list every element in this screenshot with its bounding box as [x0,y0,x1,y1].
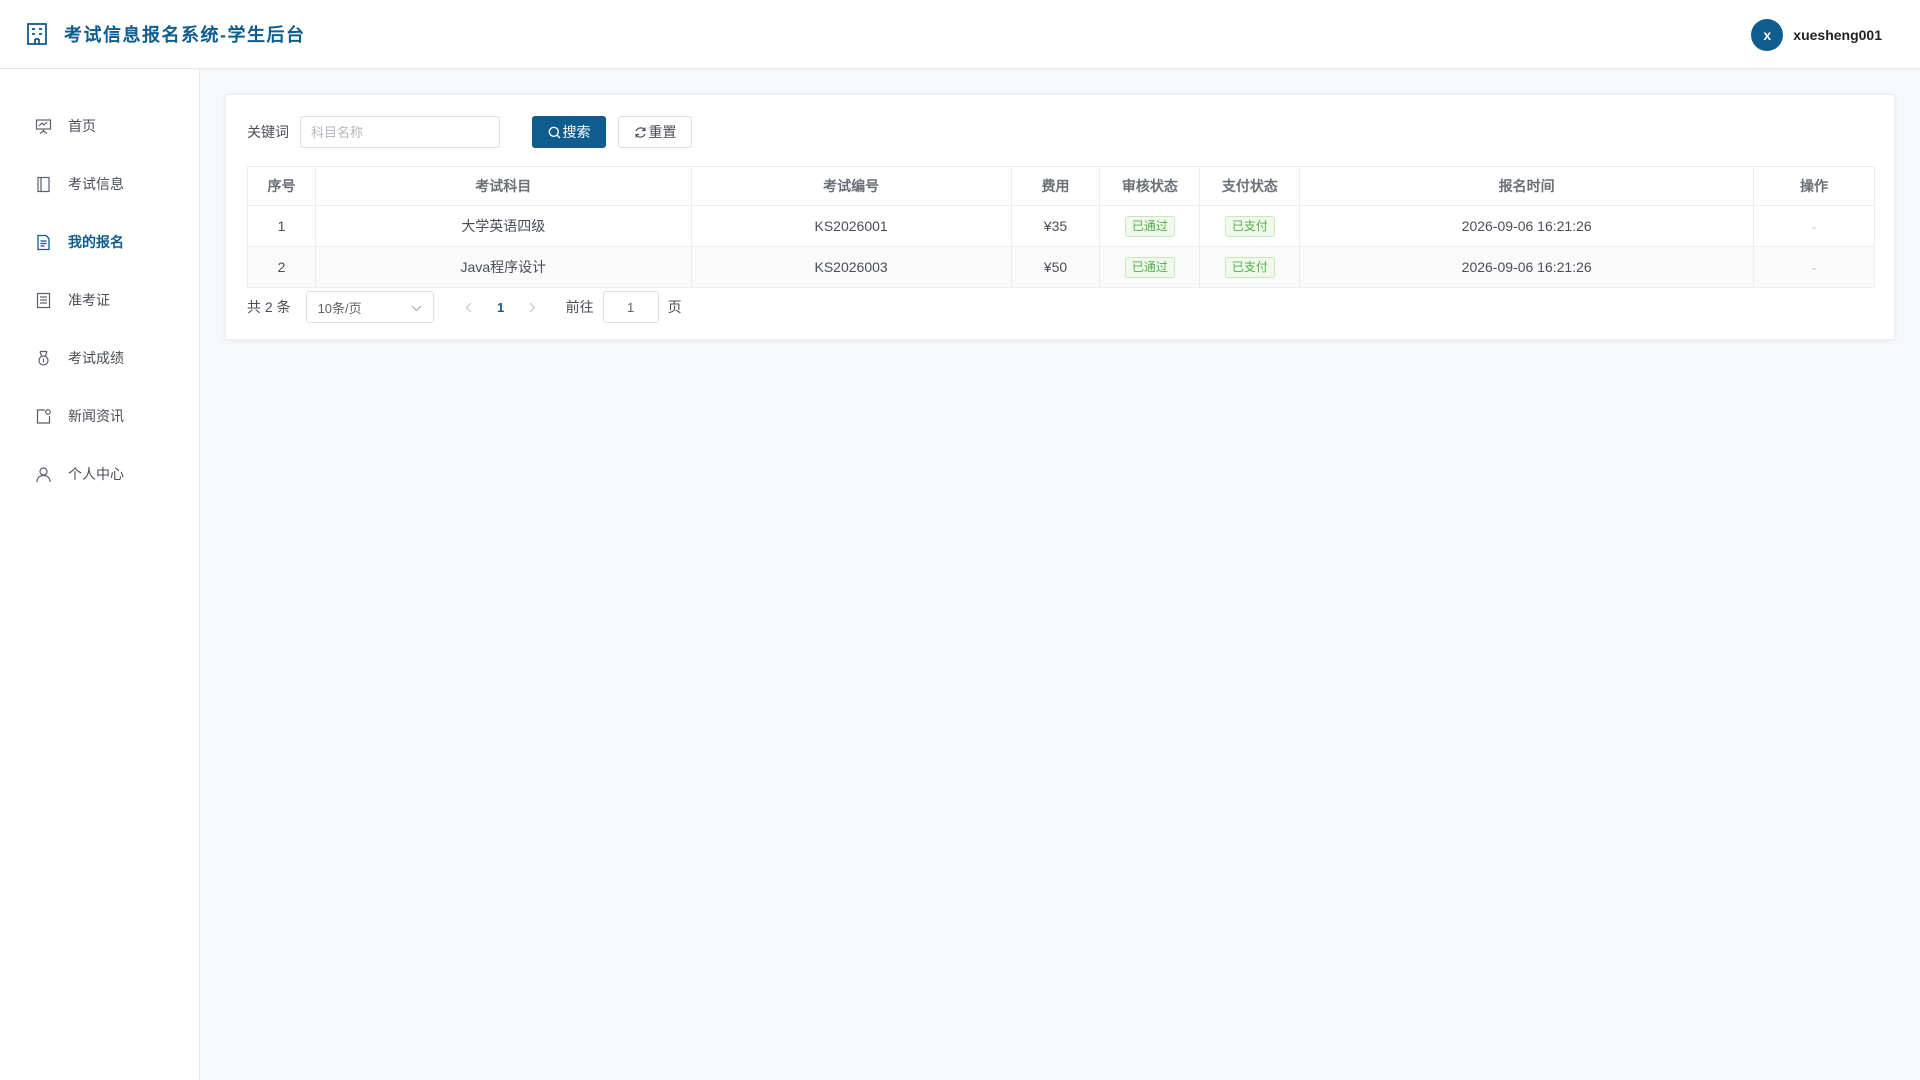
sidebar-item-label: 准考证 [68,292,110,308]
chevron-right-icon [529,302,536,312]
review-status-badge: 已通过 [1124,215,1175,237]
chevron-down-icon [411,300,422,315]
user-icon [35,465,53,483]
review-status-badge: 已通过 [1124,256,1175,278]
cell-code: KS2026001 [690,205,1012,247]
pagination: 共 2 条 10条/页 1 前往 页 [247,291,682,323]
sidebar-item-label: 个人中心 [68,466,124,482]
column-header-actions: 操作 [1753,166,1875,206]
reset-button[interactable]: 重置 [618,116,692,148]
news-icon [35,407,53,425]
page-size-select[interactable]: 10条/页 [305,291,434,323]
refresh-icon [634,126,647,139]
cell-subject: 大学英语四级 [314,205,692,247]
no-action: - [1812,220,1816,234]
sidebar-item-label: 首页 [68,118,96,134]
keyword-input[interactable] [300,116,500,148]
table-row[interactable]: 2 Java程序设计 KS2026003 ¥50 已通过 已支付 2026-09… [247,246,1875,288]
payment-status-badge: 已支付 [1224,215,1275,237]
username[interactable]: xuesheng001 [1793,27,1882,43]
sidebar-menu: 首页 考试信息 我的报名 准考证 考试成绩 新闻资讯 个人中心 [0,69,199,503]
sidebar-item-label: 考试信息 [68,176,124,192]
column-header-code: 考试编号 [690,166,1012,206]
registration-card: 关键词 搜索 重置 序号 [225,94,1895,340]
cell-actions: - [1753,205,1875,247]
goto-page-input[interactable] [602,291,659,323]
search-button-label: 搜索 [562,124,591,140]
cell-payment-status: 已支付 [1199,246,1301,288]
column-header-review-status: 审核状态 [1099,166,1201,206]
column-header-fee: 费用 [1010,166,1101,206]
search-icon [548,126,561,139]
presentation-icon [35,117,53,135]
user-menu[interactable]: x xuesheng001 [1751,0,1882,69]
sidebar-item-label: 考试成绩 [68,350,124,366]
cell-subject: Java程序设计 [314,246,692,288]
cell-review-status: 已通过 [1099,205,1201,247]
cell-index: 1 [247,205,316,247]
page-size-value: 10条/页 [317,300,362,316]
table-row[interactable]: 1 大学英语四级 KS2026001 ¥35 已通过 已支付 2026-09-0… [247,205,1875,247]
cell-review-status: 已通过 [1099,246,1201,288]
column-header-registration-time: 报名时间 [1299,166,1755,206]
avatar[interactable]: x [1751,18,1784,51]
total-count: 共 2 条 [247,299,291,315]
sidebar: 首页 考试信息 我的报名 准考证 考试成绩 新闻资讯 个人中心 [0,69,200,1080]
column-header-index: 序号 [247,166,316,206]
cell-payment-status: 已支付 [1199,205,1301,247]
table-header-row: 序号 考试科目 考试编号 费用 审核状态 支付状态 报名时间 操作 [247,166,1875,206]
reset-button-label: 重置 [648,124,677,140]
cell-registration-time: 2026-09-06 16:21:26 [1299,246,1755,288]
medal-icon [35,349,53,367]
payment-status-badge: 已支付 [1224,256,1275,278]
sidebar-item-exam-info[interactable]: 考试信息 [0,155,199,213]
sidebar-item-exam-scores[interactable]: 考试成绩 [0,329,199,387]
cell-index: 2 [247,246,316,288]
app-title: 考试信息报名系统-学生后台 [64,25,306,45]
cell-actions: - [1753,246,1875,288]
sidebar-item-label: 新闻资讯 [68,408,124,424]
keyword-label: 关键词 [247,124,289,140]
sidebar-item-admission-ticket[interactable]: 准考证 [0,271,199,329]
search-button[interactable]: 搜索 [532,116,606,148]
prev-page-button[interactable] [454,302,484,313]
sidebar-item-profile[interactable]: 个人中心 [0,445,199,503]
filter-bar: 关键词 搜索 重置 [247,116,692,148]
page-suffix: 页 [667,299,682,315]
column-header-subject: 考试科目 [314,166,692,206]
cell-code: KS2026003 [690,246,1012,288]
top-header: 考试信息报名系统-学生后台 x xuesheng001 [0,0,1920,69]
sidebar-item-label: 我的报名 [68,234,124,250]
cell-fee: ¥50 [1010,246,1101,288]
brand[interactable]: 考试信息报名系统-学生后台 [26,21,306,47]
ticket-icon [35,291,53,309]
next-page-button[interactable] [518,302,548,313]
sidebar-item-my-registration[interactable]: 我的报名 [0,213,199,271]
no-action: - [1812,261,1816,275]
book-icon [35,175,53,193]
building-icon [26,22,50,46]
registration-table: 序号 考试科目 考试编号 费用 审核状态 支付状态 报名时间 操作 1 大学英语… [247,166,1875,288]
cell-registration-time: 2026-09-06 16:21:26 [1299,205,1755,247]
goto-label: 前往 [565,299,594,315]
page-number-current[interactable]: 1 [484,300,518,315]
cell-fee: ¥35 [1010,205,1101,247]
column-header-payment-status: 支付状态 [1199,166,1301,206]
sidebar-item-news[interactable]: 新闻资讯 [0,387,199,445]
document-icon [35,233,53,251]
chevron-left-icon [465,302,472,312]
sidebar-item-home[interactable]: 首页 [0,97,199,155]
